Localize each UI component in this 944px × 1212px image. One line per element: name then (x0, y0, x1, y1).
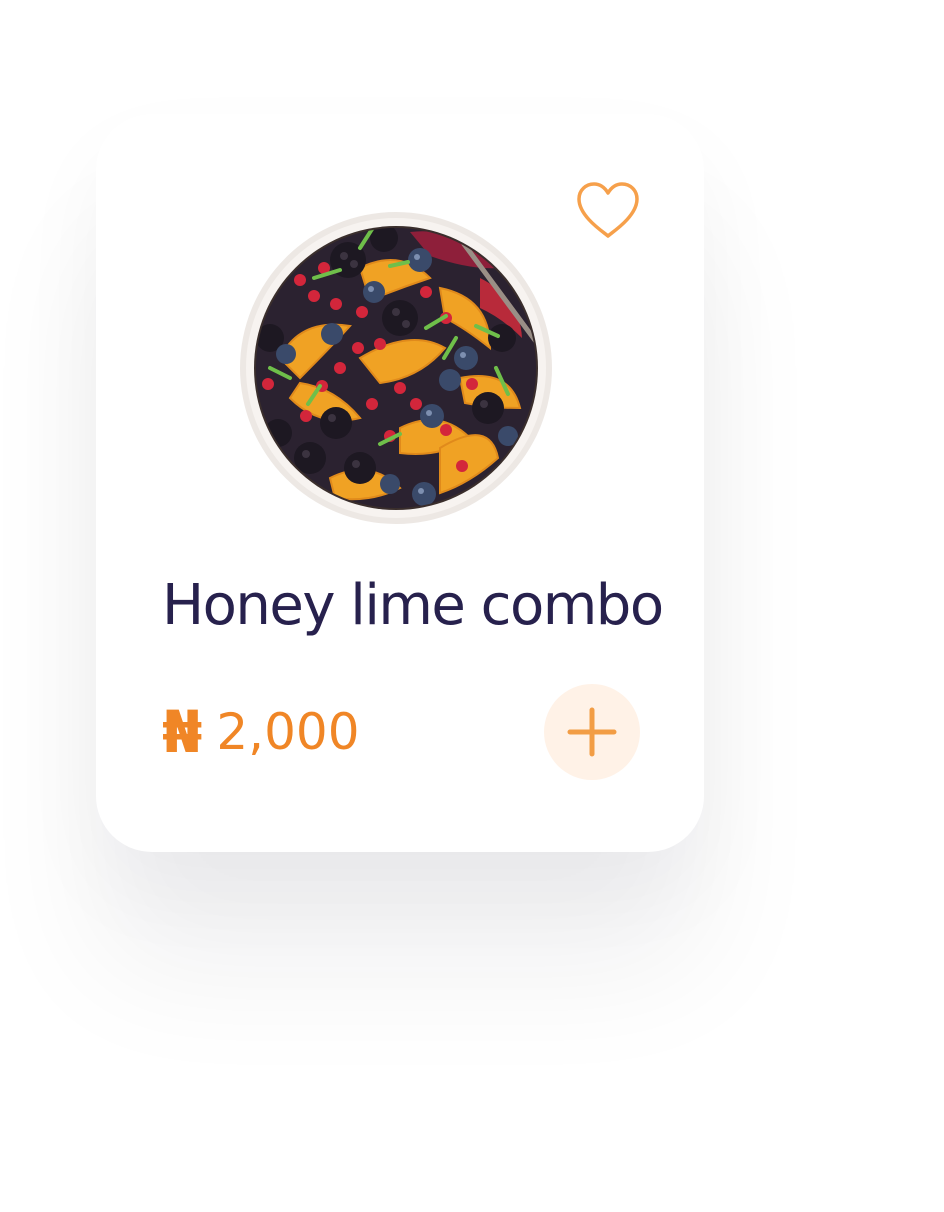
heart-icon (577, 182, 639, 238)
favorite-button[interactable] (574, 180, 642, 242)
product-card[interactable]: Honey lime combo ₦ 2,000 (96, 114, 704, 852)
product-image (240, 208, 560, 528)
fruit-salad-bowl-image (240, 212, 552, 524)
product-title: Honey lime combo (162, 573, 664, 638)
product-price: ₦ 2,000 (162, 698, 360, 766)
price-amount: 2,000 (216, 703, 360, 761)
currency-symbol: ₦ (162, 698, 203, 766)
add-to-basket-button[interactable] (544, 684, 640, 780)
page-background: Honey lime combo ₦ 2,000 (0, 0, 944, 1212)
plus-icon (567, 707, 617, 757)
